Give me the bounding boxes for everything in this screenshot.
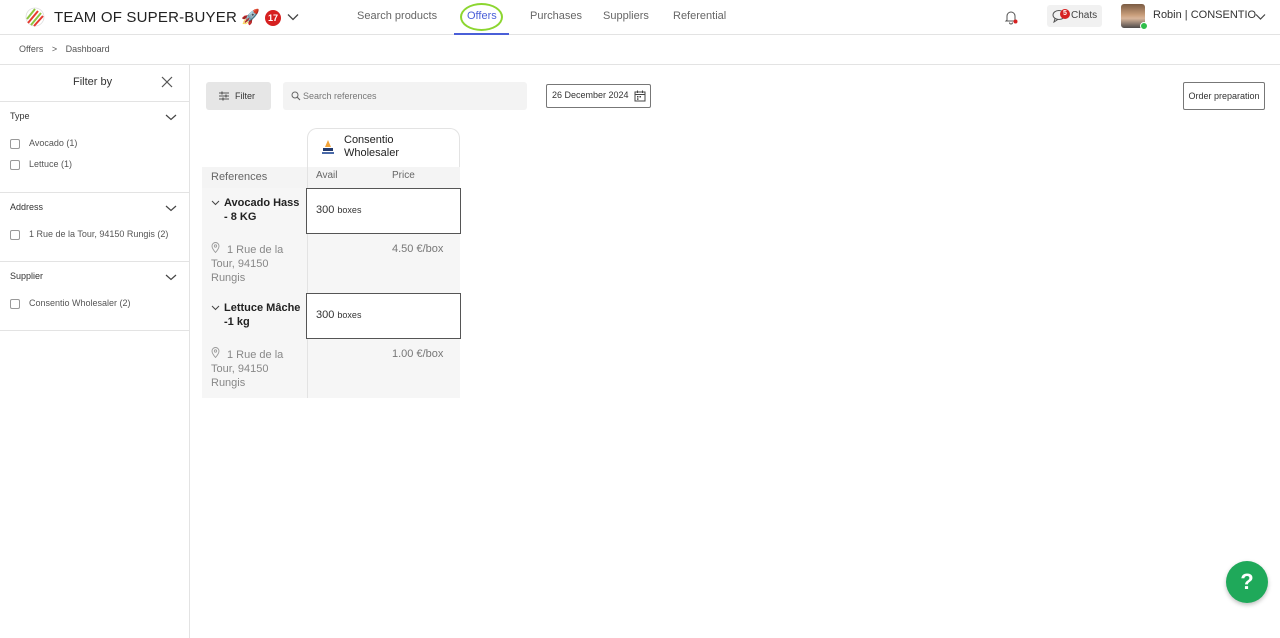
filter-section-supplier[interactable]: Supplier [10, 271, 43, 281]
price-cell: 1.00 €/box [307, 339, 460, 398]
price-value: 4.50 €/box [392, 243, 444, 255]
breadcrumb-offers[interactable]: Offers [19, 44, 43, 54]
supplier-logo-icon [322, 140, 334, 154]
nav-suppliers[interactable]: Suppliers [603, 10, 649, 22]
checkbox-avocado[interactable] [10, 139, 20, 149]
table-row[interactable]: Lettuce Mâche -1 kg [202, 293, 307, 339]
search-box[interactable] [283, 82, 527, 110]
availability-cell[interactable]: 300 boxes [306, 188, 461, 234]
checkbox-supplier[interactable] [10, 299, 20, 309]
team-notification-badge: 17 [265, 10, 281, 26]
user-name[interactable]: Robin | CONSENTIO [1153, 9, 1256, 21]
address-cell: 1 Rue de la Tour, 94150 Rungis [202, 339, 307, 398]
bell-icon[interactable] [1003, 9, 1019, 25]
filter-title: Filter by [73, 76, 113, 88]
team-name[interactable]: TEAM OF SUPER-BUYER 🚀 ... [54, 8, 278, 26]
product-name[interactable]: Avocado Hass - 8 KG [224, 196, 302, 224]
breadcrumb-divider [0, 64, 1280, 65]
product-name[interactable]: Lettuce Mâche -1 kg [224, 301, 302, 329]
chats-button[interactable]: 5 Chats [1047, 5, 1102, 27]
breadcrumb-separator: > [51, 44, 58, 54]
filter-section-type[interactable]: Type [10, 111, 30, 121]
filter-option-label[interactable]: 1 Rue de la Tour, 94150 Rungis (2) [29, 229, 168, 239]
table-header-row: References Avail Price [202, 167, 460, 188]
quantity-unit: boxes [337, 205, 362, 215]
price-cell: 4.50 €/box [307, 234, 460, 293]
filter-button-label: Filter [235, 91, 255, 101]
chevron-down-icon[interactable] [211, 303, 220, 312]
chevron-down-icon[interactable] [1255, 11, 1266, 22]
quantity-value: 300 [316, 309, 335, 321]
availability-quantity: 300 boxes [316, 204, 361, 216]
column-price: Price [392, 170, 415, 181]
search-icon [291, 91, 301, 101]
date-value: 26 December 2024 [552, 90, 629, 100]
chevron-down-icon[interactable] [165, 111, 177, 123]
table-row[interactable]: Avocado Hass - 8 KG [202, 188, 307, 234]
checkbox-lettuce[interactable] [10, 160, 20, 170]
search-input[interactable] [303, 88, 518, 104]
breadcrumb: Offers > Dashboard [19, 44, 116, 54]
filter-option-label[interactable]: Lettuce (1) [29, 159, 72, 169]
chevron-down-icon[interactable] [287, 11, 299, 23]
divider [0, 192, 190, 193]
checkbox-address[interactable] [10, 230, 20, 240]
chevron-down-icon[interactable] [165, 271, 177, 283]
team-logo-icon[interactable] [25, 6, 45, 28]
quantity-unit: boxes [337, 310, 362, 320]
close-icon[interactable] [161, 76, 173, 88]
date-picker[interactable]: 26 December 2024 [546, 84, 651, 108]
address-text: 1 Rue de la Tour, 94150 Rungis [211, 244, 284, 284]
calendar-icon[interactable] [634, 90, 646, 102]
chats-badge: 5 [1060, 9, 1070, 19]
supplier-column-header[interactable]: Consentio Wholesaler [307, 128, 460, 167]
divider [0, 101, 190, 102]
filter-sidebar: Filter by Type Avocado (1) Lettuce (1) A… [0, 65, 190, 638]
active-tab-indicator [454, 33, 509, 35]
nav-search-products[interactable]: Search products [357, 10, 437, 22]
help-button[interactable]: ? [1226, 561, 1268, 603]
chats-label: Chats [1071, 10, 1098, 21]
nav-referential[interactable]: Referential [673, 10, 726, 22]
nav-offers[interactable]: Offers [467, 10, 497, 22]
nav-purchases[interactable]: Purchases [530, 10, 582, 22]
filter-option-label[interactable]: Consentio Wholesaler (2) [29, 298, 131, 308]
top-navigation-bar: TEAM OF SUPER-BUYER 🚀 ... 17 Search prod… [0, 0, 1280, 35]
availability-quantity: 300 boxes [316, 309, 361, 321]
divider [0, 330, 190, 331]
quantity-value: 300 [316, 204, 335, 216]
chevron-down-icon[interactable] [211, 198, 220, 207]
address-cell: 1 Rue de la Tour, 94150 Rungis [202, 234, 307, 293]
chevron-down-icon[interactable] [165, 202, 177, 214]
online-status-dot [1140, 22, 1148, 30]
divider [307, 167, 308, 188]
supplier-name: Consentio Wholesaler [344, 134, 400, 159]
filter-button[interactable]: Filter [206, 82, 271, 110]
price-value: 1.00 €/box [392, 348, 444, 360]
sliders-icon [219, 91, 229, 101]
availability-cell[interactable]: 300 boxes [306, 293, 461, 339]
filter-option-label[interactable]: Avocado (1) [29, 138, 77, 148]
column-references: References [211, 171, 268, 183]
column-avail: Avail [316, 170, 338, 181]
breadcrumb-dashboard: Dashboard [65, 44, 110, 54]
filter-section-address[interactable]: Address [10, 202, 43, 212]
order-preparation-button[interactable]: Order preparation [1183, 82, 1265, 110]
address-text: 1 Rue de la Tour, 94150 Rungis [211, 349, 284, 389]
divider [0, 261, 190, 262]
